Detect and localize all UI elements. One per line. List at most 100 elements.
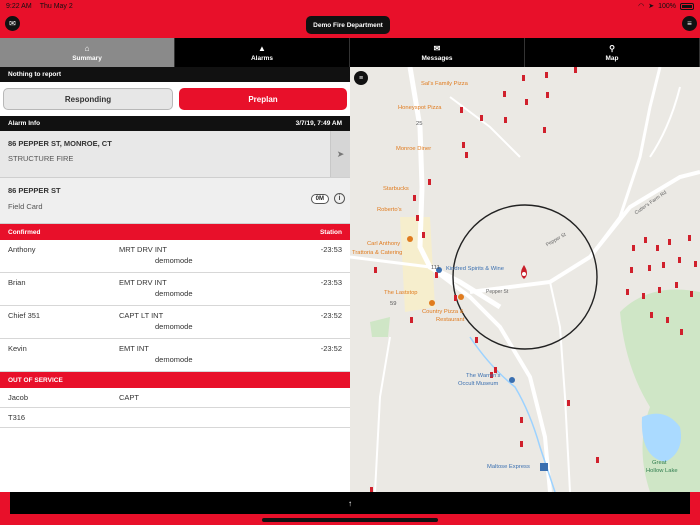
alarm-info-title: Alarm Info (8, 120, 41, 127)
map-canvas (350, 67, 700, 492)
map-label: Hollow Lake (646, 468, 678, 474)
responder-time: -23:52 (320, 311, 342, 320)
road (549, 281, 571, 492)
hydrant (644, 237, 647, 243)
notice-bar: Nothing to report (0, 67, 350, 82)
preplan-button[interactable]: Preplan (179, 88, 347, 110)
field-card-badge: 0M (310, 194, 329, 204)
hydrant (648, 265, 651, 271)
responding-button[interactable]: Responding (3, 88, 173, 110)
responder-time: -23:53 (320, 245, 342, 254)
confirmed-header: Confirmed Station (0, 224, 350, 240)
tab-alarms-label: Alarms (250, 54, 274, 62)
responder-role: MRT DRV INT (119, 245, 167, 254)
hydrant (465, 152, 468, 158)
map-label: The Laststop (384, 290, 418, 296)
map-pin-icon: ⚲ (609, 43, 615, 53)
hydrant (688, 235, 691, 241)
hydrant (574, 67, 577, 73)
park-area (370, 317, 390, 337)
oos-row[interactable]: Jacob CAPT (0, 388, 350, 408)
mail-button[interactable]: ✉ (5, 16, 20, 31)
map-label: Roberto's (377, 207, 402, 213)
hydrant (480, 115, 483, 121)
responder-name: Brian (8, 278, 26, 287)
navigate-button[interactable]: ➤ (330, 131, 350, 177)
responder-row[interactable]: Brian EMT DRV INT demomode -23:53 (0, 273, 350, 306)
status-time: 9:22 AM (6, 2, 32, 10)
responder-row[interactable]: Anthony MRT DRV INT demomode -23:53 (0, 240, 350, 273)
alarm-type: STRUCTURE FIRE (8, 154, 74, 163)
hydrant (525, 99, 528, 105)
map-label: Sal's Family Pizza (421, 81, 468, 87)
hydrant (694, 261, 697, 267)
tab-summary-label: Summary (72, 54, 102, 62)
tab-alarms[interactable]: ▲ Alarms (175, 38, 350, 67)
map-label: Trattoria & Catering (352, 250, 403, 256)
field-card[interactable]: 86 PEPPER ST Field Card 0M i (0, 178, 350, 224)
hydrant (413, 195, 416, 201)
tab-map[interactable]: ⚲ Map (525, 38, 700, 67)
field-card-label: Field Card (8, 202, 43, 211)
hydrant (503, 91, 506, 97)
map-label: Kindred Spirits & Wine (446, 266, 504, 272)
home-icon: ⌂ (84, 43, 90, 53)
road (649, 86, 681, 158)
department-title[interactable]: Demo Fire Department (306, 16, 390, 34)
location-icon: ➤ (648, 3, 655, 10)
alarm-address: 86 PEPPER ST, MONROE, CT (8, 139, 112, 148)
map-menu-button[interactable]: ≡ (354, 71, 368, 85)
responder-row[interactable]: Chief 351 CAPT LT INT demomode -23:52 (0, 306, 350, 339)
responder-name: Anthony (8, 245, 36, 254)
hydrant (668, 239, 671, 245)
responder-sub: demomode (155, 256, 193, 265)
road-label: Pepper St (486, 289, 509, 295)
status-bar: 9:22 AM Thu May 2 ◠ ➤ 100% (0, 0, 700, 12)
oos-name: T316 (8, 413, 26, 422)
summary-panel: Nothing to report Responding Preplan Ala… (0, 67, 350, 492)
top-bar: ✉ Demo Fire Department ≡ (0, 12, 700, 38)
map-label: Honeyspot Pizza (398, 105, 442, 111)
hydrant (680, 329, 683, 335)
map-label: Restaurant (436, 317, 465, 323)
bottom-bar: ↑ (0, 492, 700, 525)
responder-time: -23:52 (320, 344, 342, 353)
wifi-icon: ◠ (638, 3, 645, 10)
info-icon[interactable]: i (334, 193, 345, 204)
oos-row[interactable]: T316 (0, 408, 350, 428)
poi-dot (429, 300, 435, 306)
responder-role: EMT DRV INT (119, 278, 167, 287)
responder-sub: demomode (155, 289, 193, 298)
menu-button[interactable]: ≡ (682, 16, 697, 31)
tab-summary[interactable]: ⌂ Summary (0, 38, 175, 67)
home-indicator[interactable] (262, 518, 438, 522)
hydrant (626, 289, 629, 295)
hydrant (675, 282, 678, 288)
map-label: Monroe Diner (396, 146, 432, 152)
station-label: Station (319, 228, 342, 236)
tab-messages[interactable]: ✉ Messages (350, 38, 525, 67)
alarm-datetime: 3/7/19, 7:49 AM (295, 120, 342, 127)
navigation-arrow-icon: ➤ (336, 148, 345, 159)
arrow-up-icon: ↑ (348, 498, 352, 508)
out-of-service-header: OUT OF SERVICE (0, 372, 350, 388)
hydrant (462, 142, 465, 148)
responder-name: Kevin (8, 344, 27, 353)
hydrant (520, 417, 523, 423)
hydrant (428, 179, 431, 185)
oos-role: CAPT (119, 393, 140, 402)
map-label: Maltose Express (487, 464, 530, 470)
responder-sub: demomode (155, 355, 193, 364)
map-view[interactable]: ≡ Sal's Family Pizza Honeyspot Pizza Mon… (350, 67, 700, 492)
road (588, 67, 662, 258)
oos-name: Jacob (8, 393, 29, 402)
hydrant (630, 267, 633, 273)
tab-map-label: Map (605, 54, 619, 62)
map-label: Starbucks (383, 186, 409, 192)
expand-drawer-button[interactable]: ↑ (10, 492, 690, 514)
hydrant (416, 215, 419, 221)
hydrant (546, 92, 549, 98)
hydrant (435, 272, 438, 278)
responder-row[interactable]: Kevin EMT INT demomode -23:52 (0, 339, 350, 372)
status-right: ◠ ➤ 100% (638, 2, 694, 10)
